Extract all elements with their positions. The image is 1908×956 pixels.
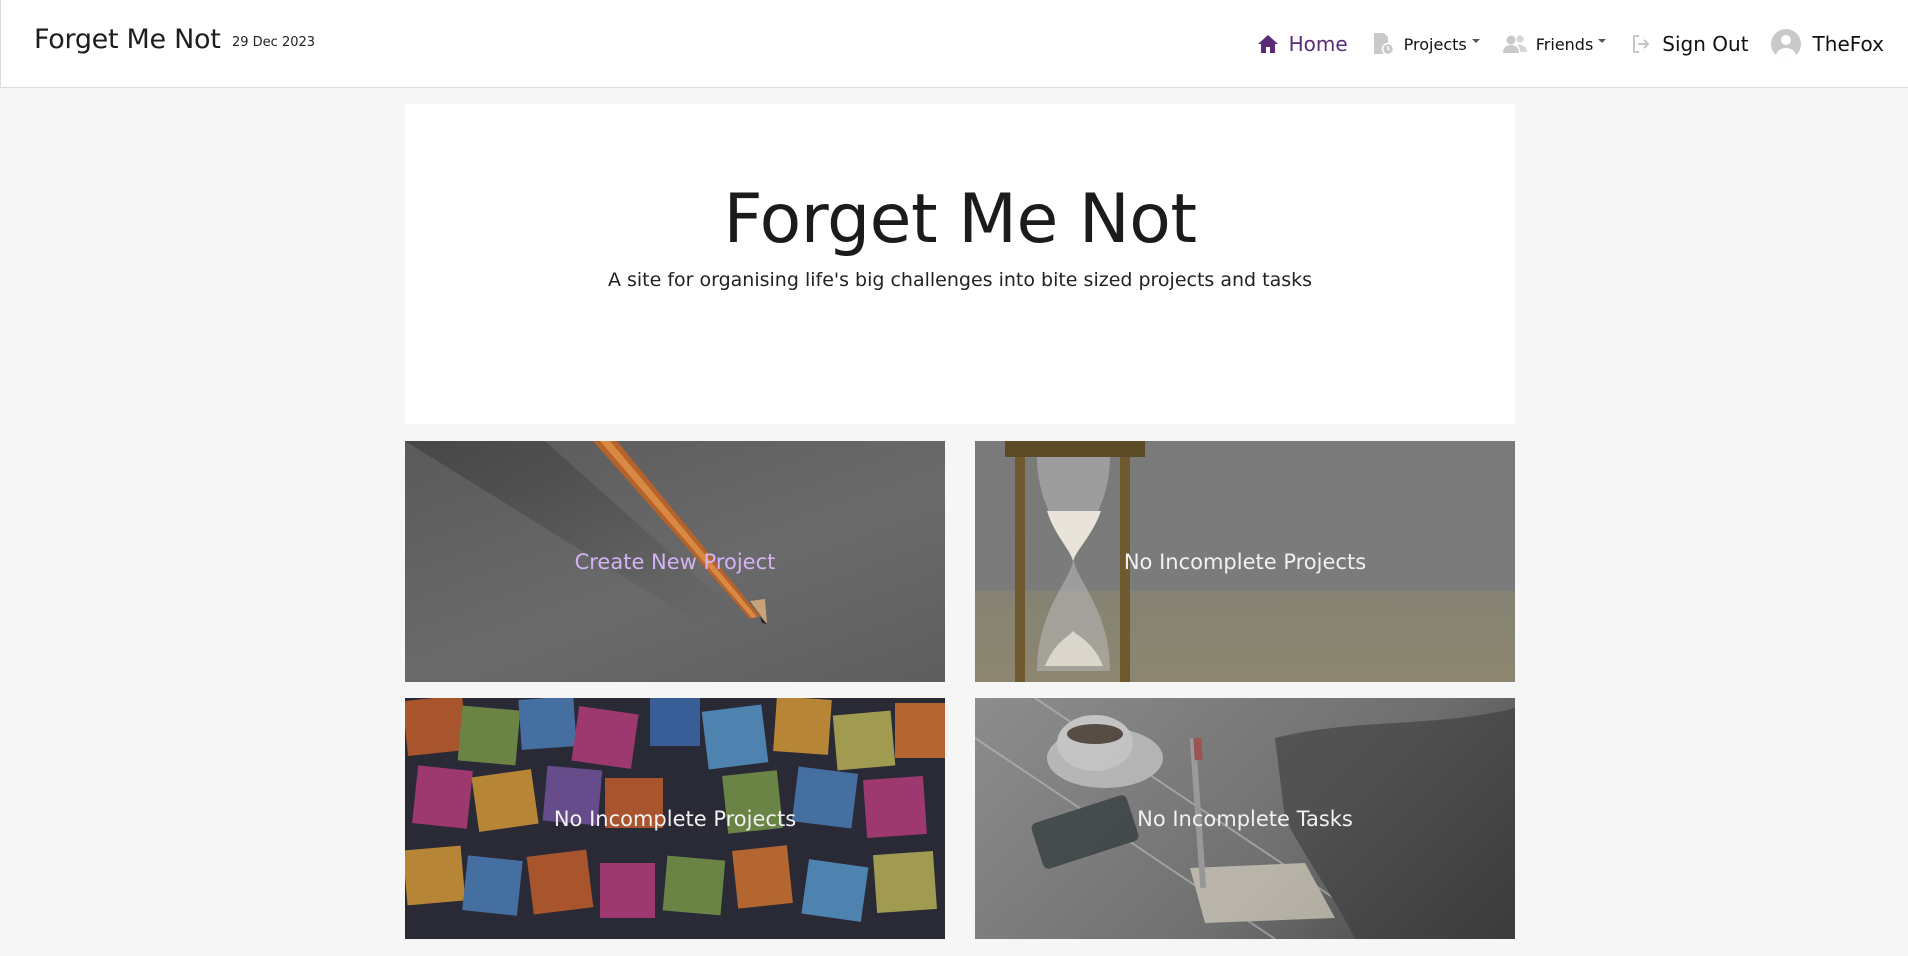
sign-out-icon bbox=[1628, 32, 1654, 56]
incomplete-projects-card-2[interactable]: No Incomplete Projects bbox=[405, 698, 945, 939]
create-project-card[interactable]: Create New Project bbox=[405, 441, 945, 682]
card-label: Create New Project bbox=[574, 549, 776, 574]
current-date: 29 Dec 2023 bbox=[232, 35, 316, 50]
nav-home-label: Home bbox=[1288, 32, 1348, 56]
nav-links: Home Projects Friends Sign Out TheFox bbox=[1233, 0, 1884, 88]
card-label: No Incomplete Tasks bbox=[1137, 806, 1353, 831]
hero-banner: Forget Me Not A site for organising life… bbox=[405, 104, 1515, 424]
page-title: Forget Me Not bbox=[723, 180, 1197, 259]
chevron-down-icon bbox=[1471, 39, 1480, 43]
nav-username: TheFox bbox=[1812, 32, 1884, 56]
nav-sign-out-label: Sign Out bbox=[1662, 32, 1749, 56]
users-icon bbox=[1502, 32, 1528, 56]
avatar bbox=[1770, 29, 1801, 59]
card-label: No Incomplete Projects bbox=[1123, 549, 1367, 574]
nav-projects-dropdown[interactable]: Projects bbox=[1370, 32, 1480, 56]
file-clock-icon bbox=[1370, 32, 1396, 56]
nav-friends-label: Friends bbox=[1535, 34, 1594, 54]
nav-sign-out-link[interactable]: Sign Out bbox=[1628, 32, 1749, 56]
nav-profile-link[interactable]: TheFox bbox=[1770, 29, 1884, 59]
card-label: No Incomplete Projects bbox=[553, 806, 797, 831]
nav-home-link[interactable]: Home bbox=[1255, 32, 1348, 56]
page-subtitle: A site for organising life's big challen… bbox=[607, 269, 1313, 291]
chevron-down-icon bbox=[1598, 39, 1607, 43]
nav-friends-dropdown[interactable]: Friends bbox=[1502, 32, 1607, 56]
navbar: Forget Me Not 29 Dec 2023 Home Projects bbox=[0, 0, 1908, 88]
nav-projects-label: Projects bbox=[1403, 34, 1467, 54]
incomplete-tasks-card[interactable]: No Incomplete Tasks bbox=[975, 698, 1515, 939]
incomplete-projects-card[interactable]: No Incomplete Projects bbox=[975, 441, 1515, 682]
home-icon bbox=[1255, 32, 1281, 56]
brand-link[interactable]: Forget Me Not bbox=[34, 24, 221, 55]
